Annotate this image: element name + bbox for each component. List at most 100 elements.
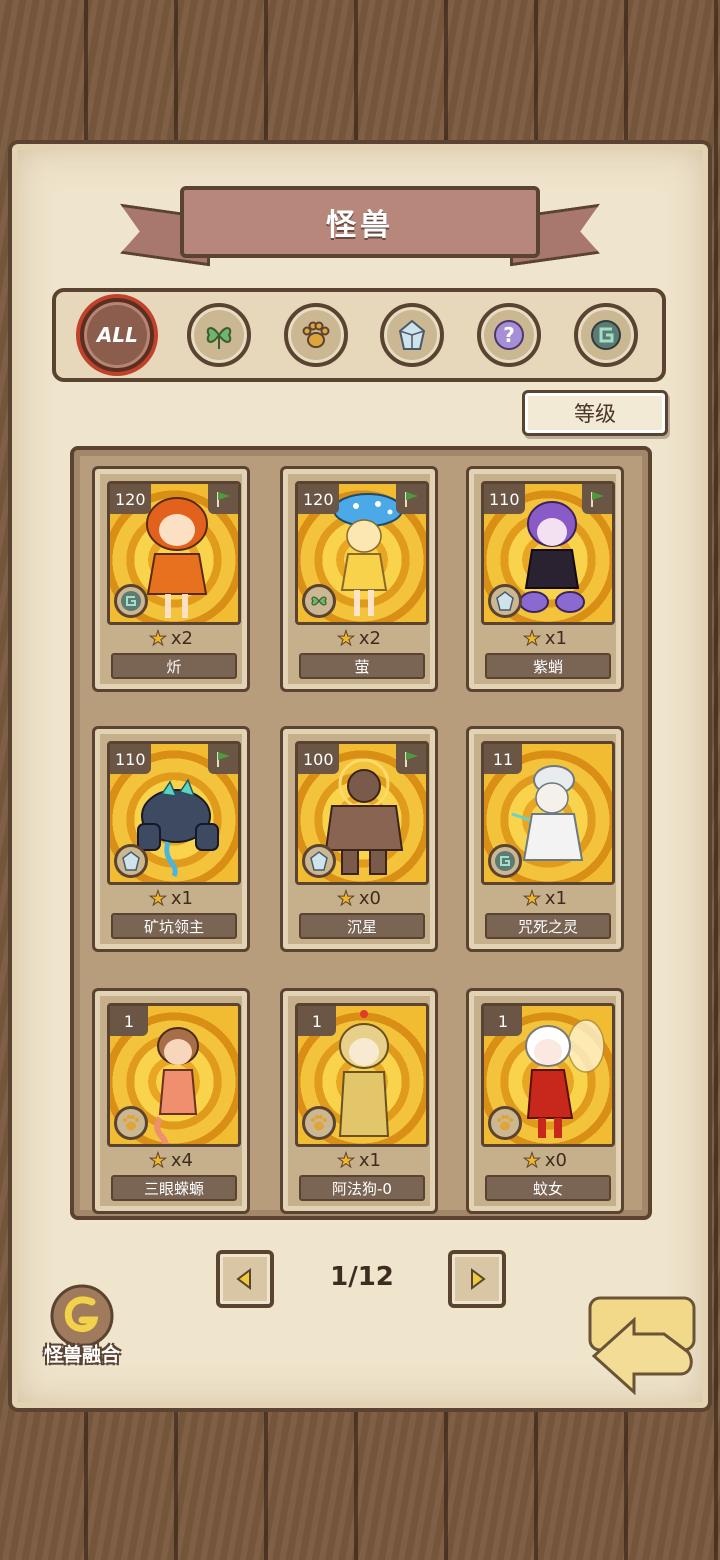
spiral-icon xyxy=(114,584,148,618)
monster-art: 110 xyxy=(107,741,241,885)
crystal-icon xyxy=(302,844,336,878)
crystal-icon xyxy=(488,584,522,618)
flag-icon xyxy=(396,484,426,514)
return-arrow-icon xyxy=(588,1296,696,1396)
star-icon: ★ xyxy=(148,1148,167,1173)
ribbon-banner: 怪兽 xyxy=(180,186,540,258)
monster-name: 阿法狗-0 xyxy=(299,1175,425,1201)
monster-card[interactable]: 120 ★ x2 炘 xyxy=(92,466,250,692)
level-badge: 120 xyxy=(298,484,339,514)
crystal-icon xyxy=(399,319,426,350)
monster-name: 沉星 xyxy=(299,913,425,939)
flag-icon xyxy=(582,484,612,514)
monster-name: 咒死之灵 xyxy=(485,913,611,939)
level-badge: 1 xyxy=(484,1006,522,1036)
back-button[interactable] xyxy=(584,1294,702,1400)
star-count-value: x1 xyxy=(170,887,194,909)
level-badge: 1 xyxy=(110,1006,148,1036)
arrow-left-icon xyxy=(236,1268,251,1290)
monster-art: 11 xyxy=(481,741,615,885)
flag-icon xyxy=(208,744,238,774)
spiral-icon xyxy=(590,320,621,350)
star-icon: ★ xyxy=(336,626,355,651)
monster-art: 1 xyxy=(107,1003,241,1147)
star-count: ★ x2 xyxy=(283,626,435,651)
level-badge: 1 xyxy=(298,1006,336,1036)
sort-level-button[interactable]: 等级 xyxy=(522,390,668,436)
monster-name: 蚊女 xyxy=(485,1175,611,1201)
crystal-icon xyxy=(114,844,148,878)
star-count: ★ x4 xyxy=(95,1148,247,1173)
level-badge: 120 xyxy=(110,484,151,514)
filter-spirit-button[interactable] xyxy=(573,303,638,367)
svg-text:?: ? xyxy=(503,323,515,347)
monster-card[interactable]: 100 ★ x0 沉星 xyxy=(280,726,438,952)
level-badge: 110 xyxy=(484,484,525,514)
monster-card[interactable]: 110 ★ x1 紫蛸 xyxy=(466,466,624,692)
monster-card[interactable]: 1 ★ x1 阿法狗-0 xyxy=(280,988,438,1214)
star-count: ★ x1 xyxy=(283,1148,435,1173)
monster-card[interactable]: 1 ★ x0 蚊女 xyxy=(466,988,624,1214)
star-count: ★ x1 xyxy=(95,886,247,911)
leaf-icon xyxy=(206,327,232,349)
filter-unknown-button[interactable]: ? xyxy=(476,303,541,367)
star-icon: ★ xyxy=(148,626,167,651)
filter-mineral-button[interactable] xyxy=(380,303,445,367)
level-badge: 110 xyxy=(110,744,151,774)
paw-icon xyxy=(302,321,330,348)
filter-beast-button[interactable] xyxy=(283,303,348,367)
star-icon: ★ xyxy=(522,626,541,651)
star-count-value: x1 xyxy=(544,627,568,649)
star-count-value: x2 xyxy=(170,627,194,649)
star-icon: ★ xyxy=(148,886,167,911)
monster-art: 1 xyxy=(481,1003,615,1147)
monster-art: 120 xyxy=(295,481,429,625)
fusion-label: 怪兽融合 xyxy=(43,1344,120,1366)
monster-card[interactable]: 110 ★ x1 矿坑领主 xyxy=(92,726,250,952)
monster-name: 萤 xyxy=(299,653,425,679)
monster-name: 炘 xyxy=(111,653,237,679)
level-badge: 11 xyxy=(484,744,522,774)
leaf-icon xyxy=(302,584,336,618)
star-count: ★ x0 xyxy=(469,1148,621,1173)
star-icon: ★ xyxy=(336,1148,355,1173)
star-count-value: x0 xyxy=(358,887,382,909)
monster-card[interactable]: 11 ★ x1 咒死之灵 xyxy=(466,726,624,952)
prev-page-button[interactable] xyxy=(216,1250,274,1308)
paw-icon xyxy=(488,1106,522,1140)
star-count: ★ x0 xyxy=(283,886,435,911)
monster-art: 1 xyxy=(295,1003,429,1147)
star-icon: ★ xyxy=(522,1148,541,1173)
filter-plant-button[interactable] xyxy=(186,303,251,367)
monster-art: 120 xyxy=(107,481,241,625)
level-badge: 100 xyxy=(298,744,339,774)
star-icon: ★ xyxy=(522,886,541,911)
monster-art: 100 xyxy=(295,741,429,885)
arrow-right-icon xyxy=(471,1268,486,1290)
monster-name: 三眼蝾螈 xyxy=(111,1175,237,1201)
question-icon: ? xyxy=(493,320,524,350)
fusion-button[interactable]: 怪兽融合 xyxy=(30,1280,134,1372)
flag-icon xyxy=(208,484,238,514)
next-page-button[interactable] xyxy=(448,1250,506,1308)
page-title: 怪兽 xyxy=(326,208,394,243)
star-count-value: x4 xyxy=(170,1149,194,1171)
monster-name: 矿坑领主 xyxy=(111,913,237,939)
sort-label: 等级 xyxy=(574,402,616,426)
page-indicator: 1/12 xyxy=(330,1262,394,1292)
star-count-value: x1 xyxy=(544,887,568,909)
monster-name: 紫蛸 xyxy=(485,653,611,679)
star-count: ★ x2 xyxy=(95,626,247,651)
star-icon: ★ xyxy=(336,886,355,911)
monster-art: 110 xyxy=(481,481,615,625)
spiral-icon xyxy=(488,844,522,878)
star-count: ★ x1 xyxy=(469,626,621,651)
monster-card[interactable]: 1 ★ x4 三眼蝾螈 xyxy=(92,988,250,1214)
filter-all-button[interactable]: ALL xyxy=(80,298,155,372)
title-ribbon: 怪兽 xyxy=(120,172,600,282)
filter-all-label: ALL xyxy=(96,323,138,347)
monster-card[interactable]: 120 ★ x2 萤 xyxy=(280,466,438,692)
star-count-value: x1 xyxy=(358,1149,382,1171)
flag-icon xyxy=(396,744,426,774)
filter-bar: ALL ? xyxy=(52,288,666,382)
